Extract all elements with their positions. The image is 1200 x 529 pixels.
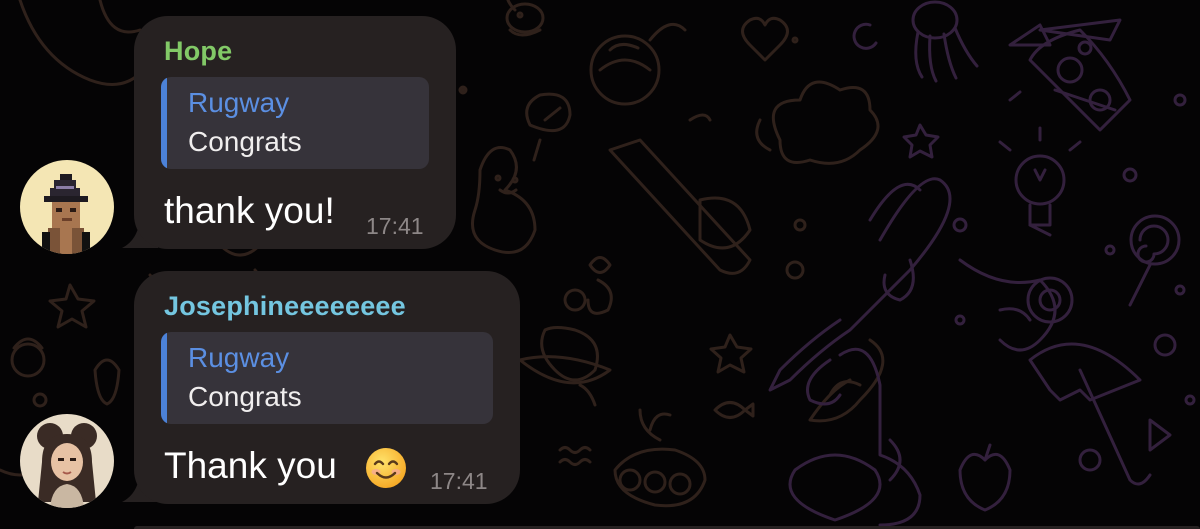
reply-author: Rugway: [188, 342, 290, 373]
reply-accent-bar: [161, 77, 167, 169]
message-text: thank you!: [164, 190, 335, 231]
reply-text: Congrats: [188, 126, 302, 157]
reply-author: Rugway: [188, 87, 290, 118]
reply-preview[interactable]: Rugway Congrats: [161, 77, 429, 169]
message-time: 17:41: [430, 468, 488, 494]
message-bubble[interactable]: Hope Rugway Congrats thank you! 17:41: [134, 16, 456, 249]
message-time: 17:41: [366, 213, 424, 239]
pixel-wizard-avatar-icon: [20, 160, 114, 254]
reply-preview[interactable]: Rugway Congrats: [161, 332, 493, 424]
smiling-face-emoji-icon: [366, 448, 406, 488]
sender-name[interactable]: Hope: [164, 36, 232, 67]
message-bubble[interactable]: Josephineeeeeeee Rugway Congrats Thank y…: [134, 271, 520, 504]
message-text: Thank you: [164, 445, 337, 486]
reply-accent-bar: [161, 332, 167, 424]
girl-portrait-avatar-icon: [20, 414, 114, 508]
sender-name[interactable]: Josephineeeeeeee: [164, 291, 406, 322]
avatar[interactable]: [20, 414, 114, 508]
avatar[interactable]: [20, 160, 114, 254]
reply-text: Congrats: [188, 381, 302, 412]
